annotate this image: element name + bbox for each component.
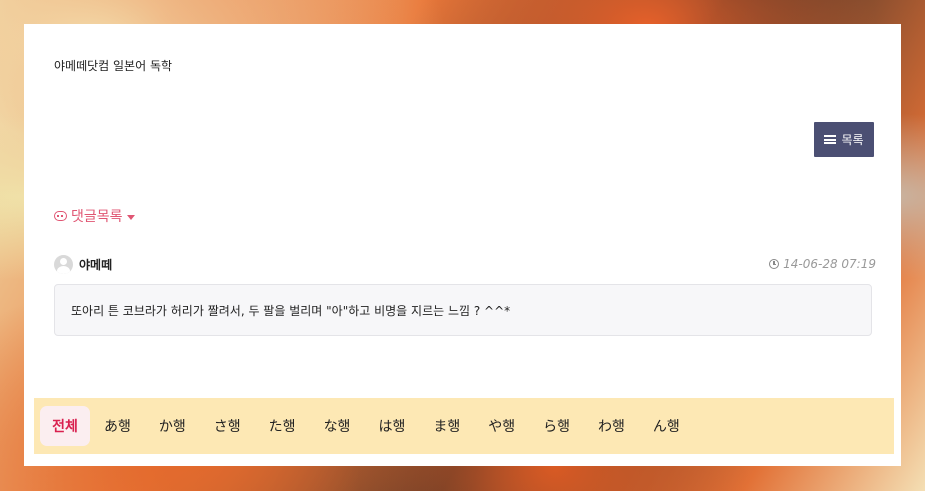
list-button-label: 목록	[841, 133, 864, 147]
comments-toggle[interactable]: 댓글목록	[54, 206, 135, 226]
comment-bubble-icon	[54, 211, 67, 221]
kana-tab-sa[interactable]: さ행	[200, 406, 255, 446]
caret-down-icon	[126, 214, 135, 220]
kana-tab-ma[interactable]: ま행	[419, 406, 474, 446]
kana-tab-a[interactable]: あ행	[90, 406, 145, 446]
comment-date-text: 14-06-28 07:19	[783, 257, 876, 271]
kana-tab-na[interactable]: な행	[310, 406, 365, 446]
kana-tab-ra[interactable]: ら행	[529, 406, 584, 446]
kana-tab-ha[interactable]: は행	[364, 406, 419, 446]
comments-toggle-label: 댓글목록	[71, 209, 123, 225]
comment-header: 야메떼 14-06-28 07:19	[54, 254, 876, 274]
kana-tab-ta[interactable]: た행	[255, 406, 310, 446]
kana-tab-wa[interactable]: わ행	[584, 406, 639, 446]
kana-nav: 전체 あ행 か행 さ행 た행 な행 は행 ま행 や행 ら행 わ행 ん행	[34, 398, 894, 454]
comment-text: 또아리 튼 코브라가 허리가 짤려서, 두 팔을 벌리며 "아"하고 비명을 지…	[71, 303, 511, 318]
kana-tab-all[interactable]: 전체	[40, 406, 90, 446]
list-icon	[824, 135, 837, 144]
kana-tab-ka[interactable]: か행	[145, 406, 200, 446]
comment-author: 야메떼	[54, 254, 113, 274]
kana-tab-ya[interactable]: や행	[474, 406, 529, 446]
avatar	[54, 254, 73, 274]
site-title: 야메떼닷컴 일본어 독학	[54, 59, 173, 73]
comment-body: 또아리 튼 코브라가 허리가 짤려서, 두 팔을 벌리며 "아"하고 비명을 지…	[54, 284, 872, 336]
kana-tab-n[interactable]: ん행	[639, 406, 694, 446]
comment-author-name: 야메떼	[79, 257, 113, 272]
clock-icon	[769, 259, 780, 269]
list-button[interactable]: 목록	[814, 122, 874, 157]
comment-date: 14-06-28 07:19	[769, 257, 876, 271]
